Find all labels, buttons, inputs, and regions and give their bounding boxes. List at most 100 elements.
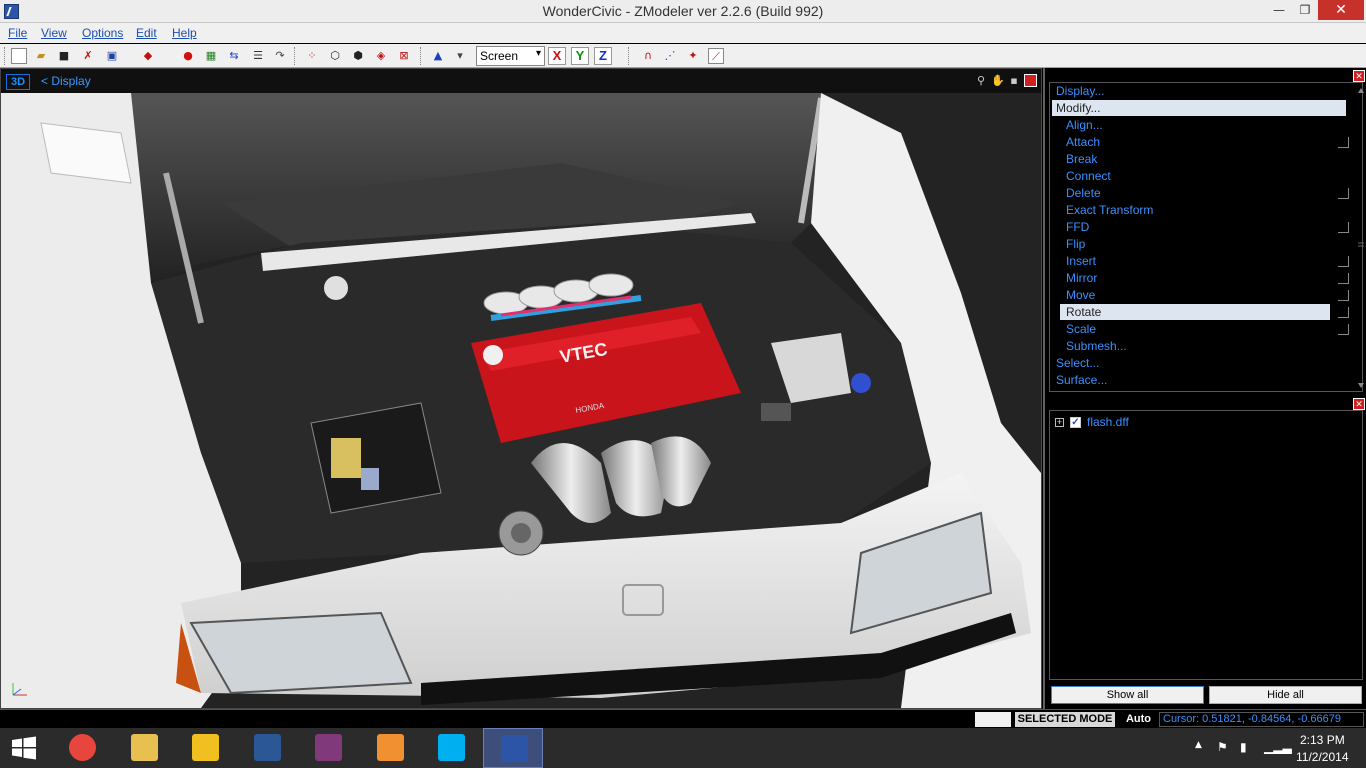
battery-icon[interactable]: ▮ <box>1240 740 1247 754</box>
taskbar-chrome[interactable] <box>52 728 112 768</box>
open-folder-icon[interactable]: ▰ <box>33 48 49 64</box>
wifi-signal-icon[interactable]: ▁▂▃ <box>1264 740 1292 754</box>
command-delete[interactable]: Delete <box>1066 185 1101 201</box>
snap-vertex-icon[interactable]: ✦ <box>685 48 701 64</box>
import-icon[interactable]: ▣ <box>104 48 120 64</box>
command-select[interactable]: Select... <box>1056 355 1099 371</box>
media-player-icon <box>376 734 404 761</box>
command-exact-transform[interactable]: Exact Transform <box>1066 202 1153 218</box>
taskbar-outlook[interactable] <box>175 728 235 768</box>
status-bar: SELECTED MODE Auto Cursor: 0.51821, -0.8… <box>0 709 1366 728</box>
delete-icon[interactable]: ✗ <box>80 48 96 64</box>
flag-icon[interactable]: ⚑ <box>1217 740 1228 754</box>
command-mirror[interactable]: Mirror <box>1066 270 1097 286</box>
menu-view[interactable]: View <box>41 26 67 40</box>
pan-hand-icon[interactable]: ✋ <box>991 74 1005 88</box>
close-viewport-icon[interactable] <box>1024 74 1037 87</box>
select-face-icon[interactable]: ⬢ <box>350 48 366 64</box>
taskbar-file-explorer[interactable] <box>114 728 174 768</box>
visibility-checkbox[interactable]: ✓ <box>1070 417 1081 428</box>
select-all-icon[interactable]: ⊠ <box>396 48 412 64</box>
zoom-icon[interactable]: ⚲ <box>974 74 988 88</box>
tree-item-file[interactable]: flash.dff <box>1087 415 1129 429</box>
menu-options[interactable]: Options <box>82 26 123 40</box>
command-submesh[interactable]: Submesh... <box>1066 338 1127 354</box>
dropdown-arrow-icon[interactable]: ▾ <box>452 48 468 64</box>
materials-icon[interactable]: ⇆ <box>226 48 242 64</box>
axis-y-toggle[interactable]: Y <box>571 47 589 65</box>
viewport-header: 3D < Display ⚲ ✋ ▪ <box>1 69 1041 93</box>
command-connect[interactable]: Connect <box>1066 168 1111 184</box>
taskbar-zmodeler[interactable] <box>482 728 543 768</box>
command-surface[interactable]: Surface... <box>1056 372 1107 388</box>
command-options-icon[interactable] <box>1338 273 1349 284</box>
close-command-panel-icon[interactable]: ✕ <box>1353 70 1365 82</box>
menu-edit[interactable]: Edit <box>136 26 157 40</box>
command-panel: Display... Modify... Align... Attach Break Co… <box>1049 82 1365 393</box>
windows-start-button[interactable] <box>0 728 48 768</box>
command-align[interactable]: Align... <box>1066 117 1103 133</box>
close-tree-panel-icon[interactable]: ✕ <box>1353 398 1365 410</box>
taskbar-media-player[interactable] <box>360 728 420 768</box>
axis-z-toggle[interactable]: Z <box>594 47 612 65</box>
tree-expand-icon[interactable]: + <box>1055 418 1064 427</box>
command-display[interactable]: Display... <box>1056 83 1104 99</box>
command-options-icon[interactable] <box>1338 256 1349 267</box>
select-edge-icon[interactable]: ⬡ <box>327 48 343 64</box>
coordinate-system-select[interactable]: Screen ▾ <box>476 46 545 66</box>
command-scale[interactable]: Scale <box>1066 321 1096 337</box>
close-button[interactable]: ✕ <box>1318 0 1364 20</box>
command-rotate[interactable]: Rotate <box>1060 304 1330 320</box>
snap-angle-icon[interactable]: ⟋ <box>708 48 724 64</box>
command-options-icon[interactable] <box>1338 307 1349 318</box>
maximize-viewport-icon[interactable]: ▪ <box>1007 74 1021 88</box>
clock-date[interactable]: 11/2/2014 <box>1296 750 1349 764</box>
select-vertex-icon[interactable]: ⁘ <box>304 48 320 64</box>
3d-viewport[interactable]: 3D < Display ⚲ ✋ ▪ VTEC HONDA <box>0 68 1042 709</box>
export-icon[interactable]: ◆ <box>140 48 156 64</box>
command-move[interactable]: Move <box>1066 287 1095 303</box>
auto-mode-toggle[interactable]: Auto <box>1120 712 1157 727</box>
windows-logo-icon <box>12 736 36 760</box>
viewport-mode-badge[interactable]: 3D <box>6 74 30 90</box>
texture-icon[interactable]: ▦ <box>203 48 219 64</box>
command-options-icon[interactable] <box>1338 324 1349 335</box>
render-icon[interactable]: ● <box>180 48 196 64</box>
select-object-icon[interactable]: ◈ <box>373 48 389 64</box>
status-input-field[interactable] <box>975 712 1011 727</box>
command-break[interactable]: Break <box>1066 151 1097 167</box>
minimize-button[interactable]: — <box>1266 0 1292 20</box>
command-panel-scrollbar[interactable] <box>1357 83 1365 393</box>
menu-file[interactable]: File <box>8 26 27 40</box>
pivot-icon[interactable]: ▲ <box>430 48 446 64</box>
new-file-icon[interactable] <box>11 48 27 64</box>
maximize-button[interactable]: ❐ <box>1292 0 1318 20</box>
snap-grid-icon[interactable]: ⋰ <box>662 48 678 64</box>
axis-gizmo-icon <box>9 679 39 702</box>
command-modify[interactable]: Modify... <box>1052 100 1346 116</box>
command-options-icon[interactable] <box>1338 188 1349 199</box>
save-icon[interactable]: ■ <box>56 48 72 64</box>
command-options-icon[interactable] <box>1338 137 1349 148</box>
axis-x-toggle[interactable]: X <box>548 47 566 65</box>
taskbar-onenote[interactable] <box>298 728 358 768</box>
show-all-button[interactable]: Show all <box>1051 686 1204 704</box>
command-ffd[interactable]: FFD <box>1066 219 1089 235</box>
car-engine-render[interactable]: VTEC HONDA <box>1 93 1041 708</box>
properties-icon[interactable]: ☰ <box>250 48 266 64</box>
magnet-icon[interactable]: ∩ <box>640 48 656 64</box>
redo-icon[interactable]: ↷ <box>272 48 288 64</box>
selected-mode-status[interactable]: SELECTED MODE <box>1015 712 1115 727</box>
viewport-title[interactable]: < Display <box>41 74 91 88</box>
command-options-icon[interactable] <box>1338 290 1349 301</box>
taskbar-word[interactable] <box>237 728 297 768</box>
command-insert[interactable]: Insert <box>1066 253 1096 269</box>
hide-all-button[interactable]: Hide all <box>1209 686 1362 704</box>
taskbar-skype[interactable] <box>421 728 481 768</box>
tray-expand-icon[interactable]: ▲ <box>1195 740 1202 750</box>
command-flip[interactable]: Flip <box>1066 236 1085 252</box>
menu-help[interactable]: Help <box>172 26 197 40</box>
command-attach[interactable]: Attach <box>1066 134 1100 150</box>
clock-time[interactable]: 2:13 PM <box>1300 733 1345 747</box>
command-options-icon[interactable] <box>1338 222 1349 233</box>
